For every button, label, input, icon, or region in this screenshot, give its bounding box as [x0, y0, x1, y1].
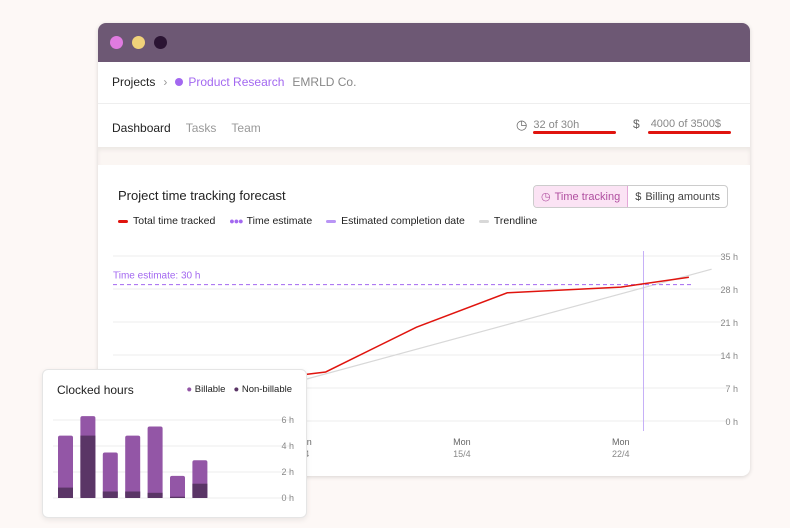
- y-tick-label: 4 h: [281, 441, 294, 451]
- billable-bar: [170, 475, 185, 498]
- non-billable-bar: [192, 483, 208, 498]
- time-estimate-label: Time estimate: 30 h: [113, 271, 200, 282]
- non-billable-bar: [80, 435, 96, 498]
- non-billable-bar: [58, 487, 73, 498]
- y-tick-label: 2 h: [281, 467, 294, 477]
- non-billable-bar: [125, 491, 141, 498]
- trendline: [302, 268, 712, 381]
- non-billable-bar: [102, 491, 118, 498]
- non-billable-bar: [147, 492, 163, 498]
- y-tick-label: 7 h: [725, 384, 738, 394]
- billable-bar: [102, 452, 118, 498]
- billable-bar: [147, 426, 163, 498]
- y-tick-label: 0 h: [281, 493, 294, 503]
- x-tick-date: 22/4: [612, 449, 630, 459]
- y-tick-label: 28 h: [720, 285, 738, 295]
- x-tick-date: 15/4: [453, 449, 471, 459]
- total-time-line: [302, 276, 690, 376]
- clocked-hours-bar-chart: 6 h 4 h 2 h 0 h: [53, 415, 294, 503]
- x-tick-day: Mon: [612, 437, 630, 447]
- non-billable-bar: [170, 496, 185, 498]
- y-tick-label: 0 h: [725, 417, 738, 427]
- y-tick-label: 14 h: [720, 351, 738, 361]
- billable-bar: [125, 435, 141, 498]
- y-tick-label: 21 h: [720, 318, 738, 328]
- x-tick-day: Mon: [453, 437, 471, 447]
- y-tick-label: 35 h: [720, 252, 738, 262]
- clocked-hours-card: Clocked hours ● Billable ● Non-billable …: [42, 369, 307, 518]
- y-tick-label: 6 h: [281, 415, 294, 425]
